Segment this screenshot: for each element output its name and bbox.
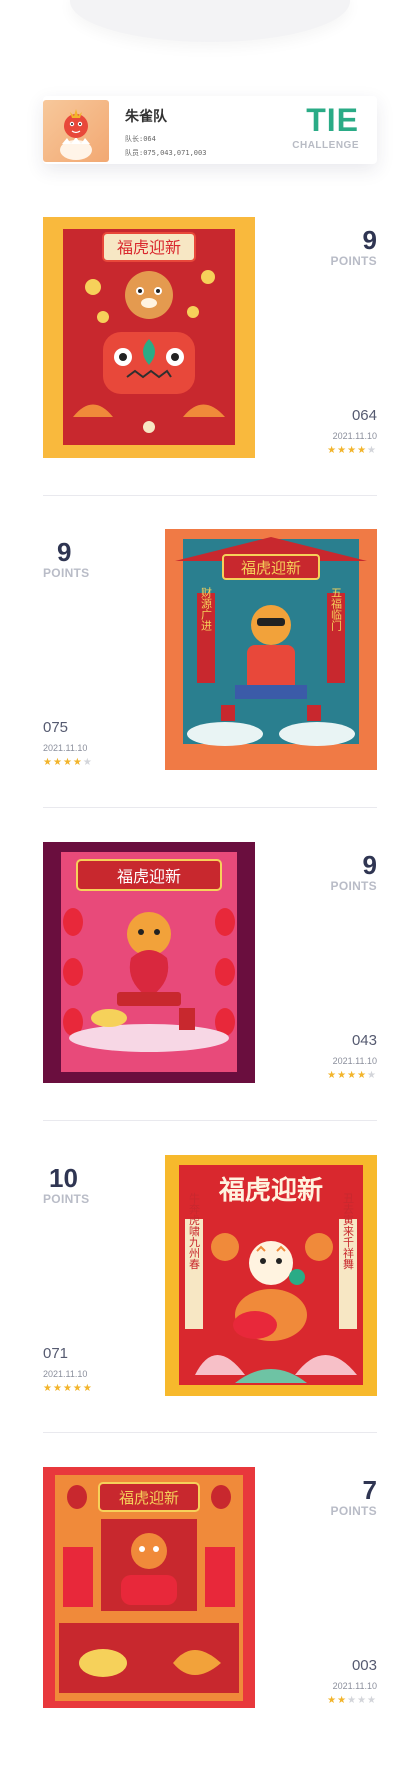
star-rating: ★★★★★	[43, 1383, 93, 1394]
star-icon: ★	[337, 445, 348, 456]
entry-code: 043	[351, 1032, 377, 1049]
artwork-image[interactable]: 福虎迎新 牛奔虎啸九州春 丑去寅来千祥舞	[165, 1155, 377, 1396]
team-members: 队员:075,043,071,003	[125, 149, 207, 157]
artwork-banner: 福虎迎新	[117, 867, 181, 886]
artwork-image[interactable]: 福虎迎新	[43, 217, 255, 458]
star-icon: ★	[327, 445, 338, 456]
star-icon: ★	[82, 757, 93, 768]
star-icon: ★	[327, 1070, 338, 1081]
star-icon: ★	[52, 757, 63, 768]
star-icon: ★	[347, 445, 358, 456]
star-icon: ★	[357, 445, 368, 456]
star-icon: ★	[367, 1695, 377, 1706]
points-label: POINTS	[330, 254, 377, 268]
points-label: POINTS	[330, 879, 377, 893]
points-value: 9	[362, 850, 377, 880]
entry-date: 2021.11.10	[43, 1369, 88, 1379]
artwork-image[interactable]: 福虎迎新	[43, 842, 255, 1083]
divider	[43, 1120, 377, 1121]
divider	[43, 495, 377, 496]
team-avatar	[43, 100, 109, 162]
couplet-right: 五福临门	[330, 587, 343, 632]
artwork-banner: 福虎迎新	[218, 1175, 323, 1206]
star-icon: ★	[337, 1695, 348, 1706]
points-value: 10	[49, 1163, 78, 1193]
star-icon: ★	[357, 1070, 368, 1081]
star-icon: ★	[72, 757, 83, 768]
artwork-banner: 福虎迎新	[241, 559, 301, 577]
team-captain: 队长:064	[125, 135, 156, 143]
entry-code: 075	[43, 719, 69, 736]
star-icon: ★	[357, 1695, 368, 1706]
couplet-left: 牛奔虎啸九州春	[188, 1191, 201, 1270]
star-icon: ★	[62, 757, 73, 768]
couplet-right: 丑去寅来千祥舞	[342, 1193, 355, 1271]
artwork-image[interactable]: 福虎迎新 财源广进 五福临门	[165, 529, 377, 770]
star-icon: ★	[72, 1383, 83, 1394]
star-icon: ★	[347, 1695, 358, 1706]
entry-date: 2021.11.10	[332, 1681, 377, 1691]
star-icon: ★	[43, 1383, 53, 1394]
artwork-banner: 福虎迎新	[119, 1489, 179, 1507]
result-tie: TIE	[306, 102, 359, 138]
entry-date: 2021.11.10	[332, 431, 377, 441]
artwork-banner: 福虎迎新	[117, 238, 181, 257]
entry-date: 2021.11.10	[43, 743, 88, 753]
star-icon: ★	[337, 1070, 348, 1081]
star-icon: ★	[347, 1070, 358, 1081]
top-decorative-arc	[70, 0, 350, 42]
star-rating: ★★★★★	[327, 1070, 377, 1081]
star-icon: ★	[52, 1383, 63, 1394]
team-card[interactable]: 朱雀队 队长:064 队员:075,043,071,003 TIE CHALLE…	[43, 96, 377, 164]
entry-code: 064	[351, 407, 377, 424]
entry-code: 071	[43, 1345, 69, 1362]
star-icon: ★	[43, 757, 53, 768]
points-label: POINTS	[330, 1504, 377, 1518]
star-rating: ★★★★★	[327, 1695, 377, 1706]
star-icon: ★	[62, 1383, 73, 1394]
star-icon: ★	[82, 1383, 93, 1394]
star-icon: ★	[367, 1070, 377, 1081]
result-challenge: CHALLENGE	[292, 140, 359, 151]
points-label: POINTS	[43, 1192, 90, 1206]
couplet-left: 财源广进	[200, 586, 213, 631]
star-icon: ★	[367, 445, 377, 456]
points-value: 7	[362, 1475, 377, 1505]
points-label: POINTS	[43, 566, 90, 580]
points-value: 9	[362, 225, 377, 255]
entry-date: 2021.11.10	[332, 1056, 377, 1066]
divider	[43, 807, 377, 808]
star-rating: ★★★★★	[43, 757, 93, 768]
star-icon: ★	[327, 1695, 338, 1706]
artwork-image[interactable]: 福虎迎新	[43, 1467, 255, 1708]
entry-code: 003	[351, 1657, 377, 1674]
star-rating: ★★★★★	[327, 445, 377, 456]
divider	[43, 1432, 377, 1433]
team-name: 朱雀队	[125, 108, 167, 124]
points-value: 9	[57, 537, 72, 567]
